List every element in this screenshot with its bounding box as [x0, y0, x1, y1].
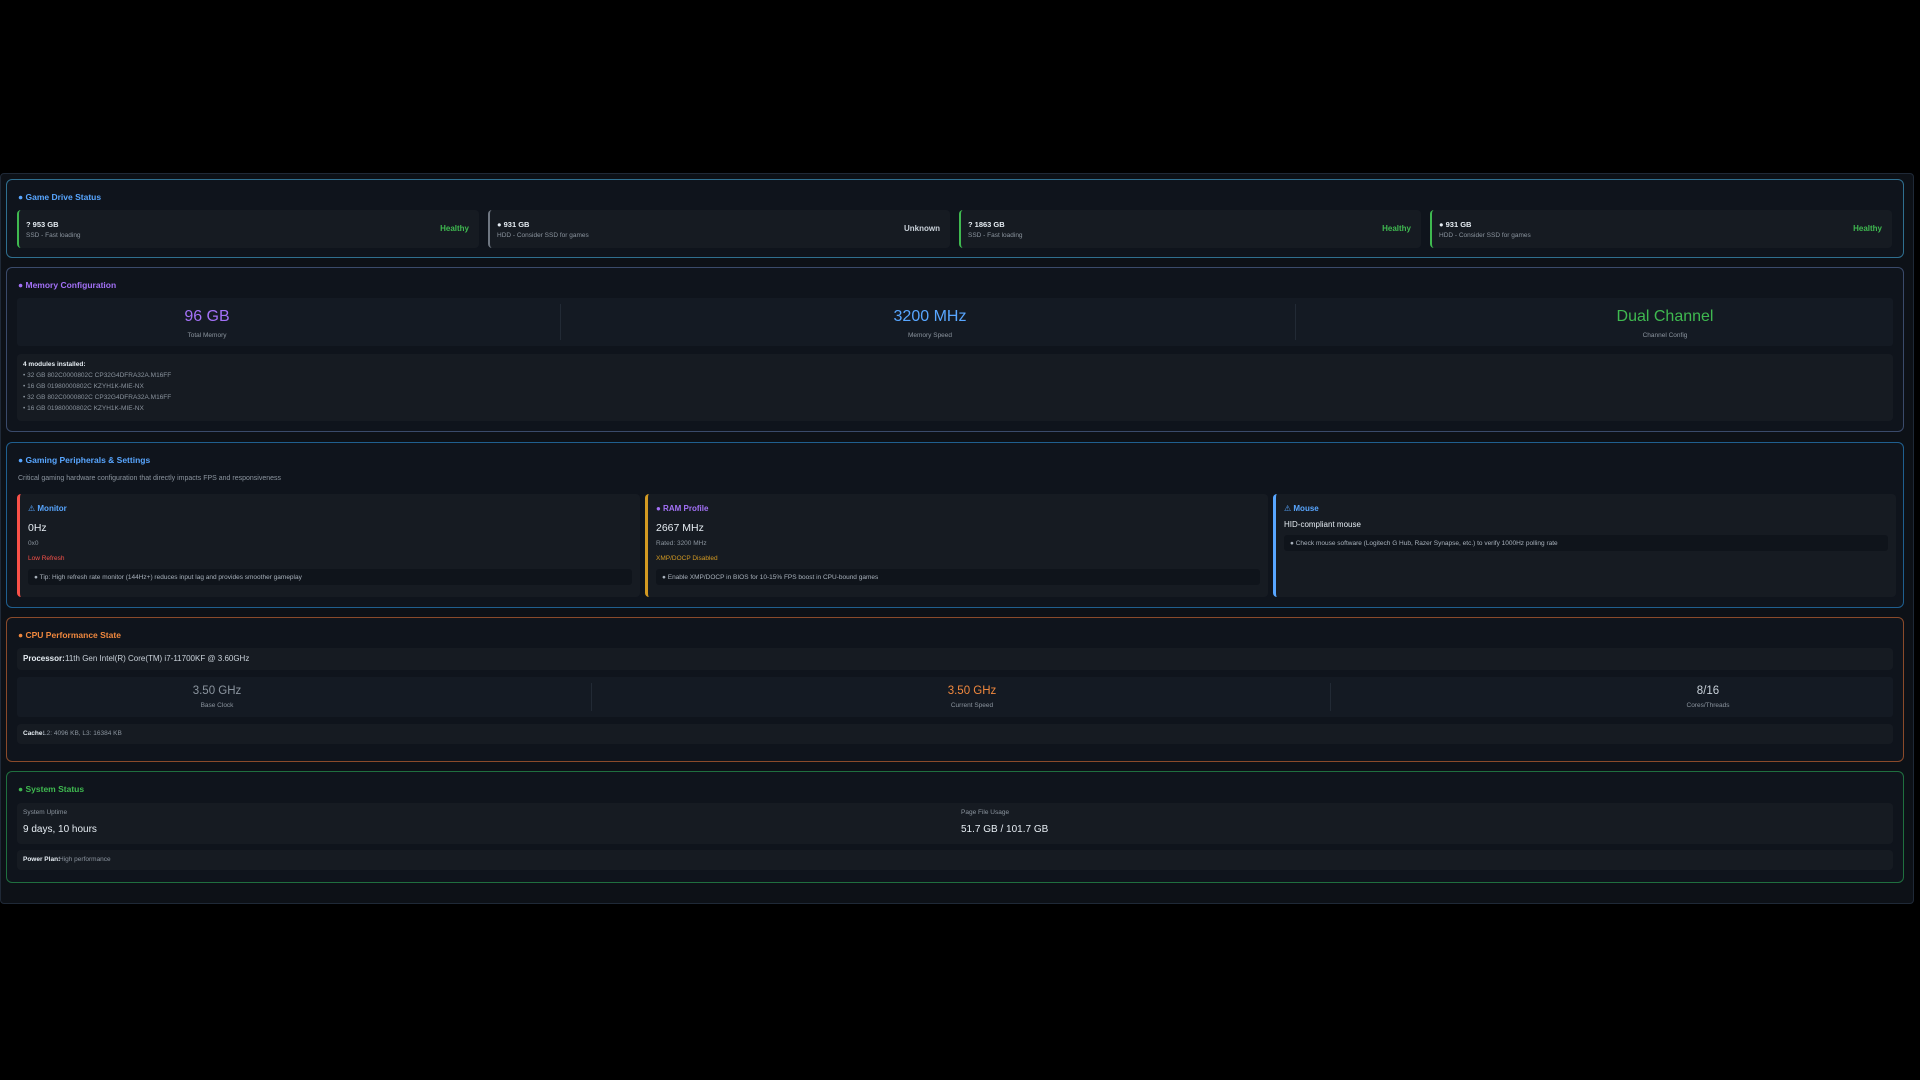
drive-health-badge: Healthy — [440, 224, 469, 233]
stat-value: Dual Channel — [1616, 308, 1714, 325]
section-subtitle: Critical gaming hardware configuration t… — [18, 475, 282, 482]
memory-modules-panel: 4 modules installed: • 32 GB 802C0000802… — [17, 354, 1893, 421]
pagefile-value: 51.7 GB / 101.7 GB — [961, 824, 1049, 835]
stat-label: Memory Speed — [907, 332, 953, 339]
drive-size: ? 953 GB — [26, 220, 59, 229]
divider — [1330, 683, 1331, 711]
stat-value: 3.50 GHz — [947, 685, 997, 697]
power-plan-label: Power Plan: — [23, 856, 61, 863]
uptime-label: System Uptime — [23, 809, 68, 816]
stat-value: 96 GB — [184, 308, 230, 325]
uptime-pagefile-panel: System Uptime 9 days, 10 hours Page File… — [17, 803, 1893, 844]
drive-card-2: ● 931 GB HDD - Consider SSD for games Un… — [488, 210, 950, 248]
monitor-title: ⚠ Monitor — [28, 504, 67, 513]
monitor-card: ⚠ Monitor 0Hz 0x0 Low Refresh ● Tip: Hig… — [17, 494, 640, 597]
stat-value: 8/16 — [1696, 685, 1720, 697]
mouse-tip: ● Check mouse software (Logitech G Hub, … — [1284, 535, 1888, 551]
monitor-tip: ● Tip: High refresh rate monitor (144Hz+… — [28, 569, 632, 585]
power-plan-row: Power Plan: High performance — [17, 850, 1893, 870]
power-plan-value: High performance — [59, 856, 111, 863]
ram-profile-card: ● RAM Profile 2667 MHz Rated: 3200 MHz X… — [645, 494, 1268, 597]
drive-size: ? 1863 GB — [968, 220, 1005, 229]
ram-current-speed: 2667 MHz — [656, 522, 704, 534]
divider — [591, 683, 592, 711]
memory-stats-row: 96 GB Total Memory 3200 MHz Memory Speed… — [17, 298, 1893, 346]
section-title: ● Memory Configuration — [18, 280, 117, 290]
processor-value: 11th Gen Intel(R) Core(TM) i7-11700KF @ … — [65, 654, 250, 663]
drive-type: SSD - Fast loading — [968, 232, 1023, 239]
uptime-value: 9 days, 10 hours — [23, 824, 97, 835]
mouse-title: ⚠ Mouse — [1284, 504, 1319, 513]
mouse-card: ⚠ Mouse HID-compliant mouse ● Check mous… — [1273, 494, 1896, 597]
section-title: ● Game Drive Status — [18, 192, 102, 202]
memory-stat-total: 96 GB Total Memory — [17, 298, 397, 346]
module-item: • 32 GB 802C0000802C CP32G4DFRA32A.M16FF — [23, 372, 172, 379]
drive-card-1: ? 953 GB SSD - Fast loading Healthy — [17, 210, 479, 248]
stat-value: 3200 MHz — [893, 308, 967, 325]
game-drive-status-section: ● Game Drive Status ? 953 GB SSD - Fast … — [6, 179, 1904, 258]
cpu-stat-current-speed: 3.50 GHz Current Speed — [772, 677, 1172, 717]
memory-stat-channel: Dual Channel Channel Config — [1475, 298, 1855, 346]
module-item: • 32 GB 802C0000802C CP32G4DFRA32A.M16FF — [23, 394, 172, 401]
monitor-status: Low Refresh — [28, 555, 65, 562]
drive-size: ● 931 GB — [497, 220, 530, 229]
drive-type: HDD - Consider SSD for games — [1439, 232, 1531, 239]
section-title: ● System Status — [18, 784, 85, 794]
xmp-status: XMP/DOCP Disabled — [656, 555, 718, 562]
mouse-device-name: HID-compliant mouse — [1284, 520, 1361, 529]
module-item: • 16 GB 01980000802C KZYH1K-MIE-NX — [23, 383, 144, 390]
section-title: ● CPU Performance State — [18, 630, 121, 640]
memory-stat-speed: 3200 MHz Memory Speed — [740, 298, 1120, 346]
divider — [1295, 304, 1296, 340]
monitor-resolution: 0x0 — [28, 540, 39, 547]
stat-value: 3.50 GHz — [192, 685, 242, 697]
ram-profile-title: ● RAM Profile — [656, 504, 709, 513]
cache-label: Cache: — [23, 730, 45, 737]
ram-tip: ● Enable XMP/DOCP in BIOS for 10-15% FPS… — [656, 569, 1260, 585]
memory-configuration-section: ● Memory Configuration 96 GB Total Memor… — [6, 267, 1904, 432]
cache-value: L2: 4096 KB, L3: 16384 KB — [43, 730, 122, 737]
stat-label: Base Clock — [200, 702, 234, 709]
modules-header: 4 modules installed: — [23, 361, 86, 368]
drive-type: SSD - Fast loading — [26, 232, 81, 239]
gaming-peripherals-section: ● Gaming Peripherals & Settings Critical… — [6, 442, 1904, 608]
section-title: ● Gaming Peripherals & Settings — [18, 455, 151, 465]
system-status-section: ● System Status System Uptime 9 days, 10… — [6, 771, 1904, 883]
stat-label: Channel Config — [1642, 332, 1688, 339]
drive-health-badge: Unknown — [904, 224, 940, 233]
stat-label: Current Speed — [950, 702, 994, 709]
cpu-stats-row: 3.50 GHz Base Clock 3.50 GHz Current Spe… — [17, 677, 1893, 717]
drive-card-4: ● 931 GB HDD - Consider SSD for games He… — [1430, 210, 1892, 248]
processor-row: Processor: 11th Gen Intel(R) Core(TM) i7… — [17, 648, 1893, 670]
stat-label: Cores/Threads — [1686, 702, 1730, 709]
drive-size: ● 931 GB — [1439, 220, 1472, 229]
drive-card-3: ? 1863 GB SSD - Fast loading Healthy — [959, 210, 1421, 248]
cpu-performance-section: ● CPU Performance State Processor: 11th … — [6, 617, 1904, 762]
ram-rated-speed: Rated: 3200 MHz — [656, 540, 707, 547]
monitor-refresh-rate: 0Hz — [28, 522, 47, 534]
cpu-stat-base-clock: 3.50 GHz Base Clock — [17, 677, 417, 717]
cache-row: Cache: L2: 4096 KB, L3: 16384 KB — [17, 724, 1893, 744]
drive-health-badge: Healthy — [1853, 224, 1882, 233]
processor-label: Processor: — [23, 654, 65, 663]
module-item: • 16 GB 01980000802C KZYH1K-MIE-NX — [23, 405, 144, 412]
pagefile-label: Page File Usage — [961, 809, 1010, 816]
dashboard-frame: ● Game Drive Status ? 953 GB SSD - Fast … — [0, 173, 1914, 904]
cpu-stat-cores-threads: 8/16 Cores/Threads — [1508, 677, 1908, 717]
stat-label: Total Memory — [187, 332, 227, 339]
drive-type: HDD - Consider SSD for games — [497, 232, 589, 239]
divider — [560, 304, 561, 340]
drive-health-badge: Healthy — [1382, 224, 1411, 233]
